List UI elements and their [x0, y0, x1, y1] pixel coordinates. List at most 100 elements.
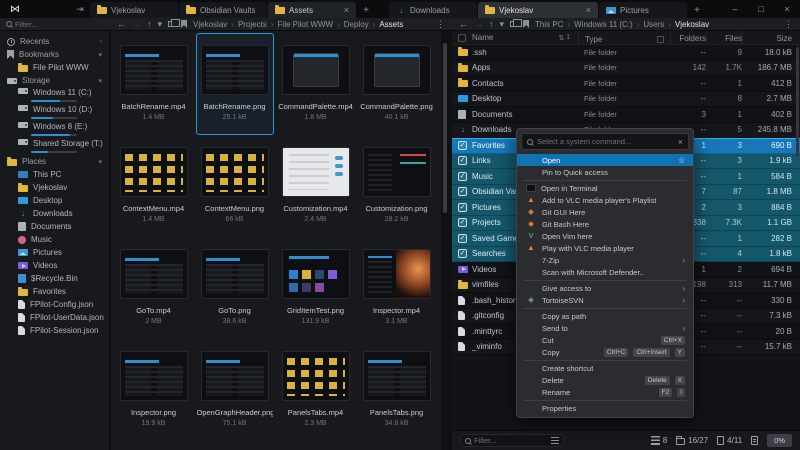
menu-item-scan-with-microsoft-defender[interactable]: Scan with Microsoft Defender.. — [517, 266, 693, 278]
file-tile-customization-png[interactable]: Customization.png28.2 kB — [358, 135, 436, 237]
column-header-files[interactable]: Files — [706, 31, 742, 44]
menu-item-tortoisesvn[interactable]: ◈TortoiseSVN› — [517, 294, 693, 306]
table-row-desktop[interactable]: DesktopFile folder--82.7 MB — [452, 92, 800, 108]
sidebar-item-fpilot-session-json[interactable]: FPilot-Session.json — [0, 324, 109, 337]
menu-item-open-in-terminal[interactable]: Open in Terminal — [517, 182, 693, 194]
checkbox-checked-icon[interactable]: ✓ — [458, 234, 467, 243]
file-tile-batchrename-png[interactable]: BatchRename.png25.1 kB — [196, 33, 274, 135]
menu-item-git-bash-here[interactable]: ◆Git Bash Here — [517, 218, 693, 230]
close-window-button[interactable]: × — [774, 0, 800, 18]
menu-item-open[interactable]: Open☆ — [517, 154, 693, 166]
tab-obsidian-vaults[interactable]: Obsidian Vaults — [179, 2, 267, 18]
breadcrumb-item[interactable]: Projects — [238, 20, 267, 29]
menu-item-play-with-vlc-media-player[interactable]: ▲Play with VLC media player — [517, 242, 693, 254]
sidebar-item-recycle-bin[interactable]: $Recycle.Bin — [0, 272, 109, 285]
star-icon[interactable]: ☆ — [678, 156, 685, 165]
breadcrumb-item[interactable]: Vjekoslav — [193, 20, 227, 29]
section-header-storage[interactable]: Storage▾ — [0, 74, 109, 87]
duplicate-tab-icon[interactable] — [168, 21, 175, 27]
sidebar-item-this-pc[interactable]: This PC — [0, 168, 109, 181]
sidebar-item-desktop[interactable]: Desktop — [0, 194, 109, 207]
sidebar-item-fpilot-userdata-json[interactable]: FPilot-UserData.json — [0, 311, 109, 324]
menu-item-git-gui-here[interactable]: ◆Git GUI Here — [517, 206, 693, 218]
menu-item-open-vim-here[interactable]: VOpen Vim here — [517, 230, 693, 242]
forward-icon[interactable]: → — [132, 20, 141, 29]
file-tile-opengraphheader-png[interactable]: OpenGraphHeader.png75.1 kB — [196, 339, 274, 441]
file-tile-griditemtest-png[interactable]: GridItemTest.png131.9 kB — [277, 237, 355, 339]
table-row-apps[interactable]: AppsFile folder1421.7K186.7 MB — [452, 61, 800, 77]
new-tab-button[interactable]: + — [357, 2, 375, 18]
checkbox-checked-icon[interactable]: ✓ — [458, 203, 467, 212]
section-header-bookmarks[interactable]: Bookmarks▾ — [0, 48, 109, 61]
history-dropdown-icon[interactable]: ▾ — [158, 20, 163, 29]
sidebar-item-music[interactable]: Music — [0, 233, 109, 246]
file-tile-customization-mp4[interactable]: Customization.mp42.4 MB — [277, 135, 355, 237]
header-checkbox[interactable] — [452, 34, 472, 42]
checkbox-checked-icon[interactable]: ✓ — [458, 172, 467, 181]
close-tab-icon[interactable]: × — [586, 5, 591, 15]
breadcrumb-item[interactable]: Vjekoslav — [675, 20, 709, 29]
right-pane-scrollbar[interactable] — [796, 47, 799, 157]
breadcrumb-item[interactable]: This PC — [535, 20, 563, 29]
menu-item-copy-as-path[interactable]: Copy as path — [517, 310, 693, 322]
menu-item-give-access-to[interactable]: Give access to› — [517, 282, 693, 294]
sidebar-item-vjekoslav[interactable]: Vjekoslav — [0, 181, 109, 194]
section-header-places[interactable]: Places▾ — [0, 155, 109, 168]
back-icon[interactable]: ← — [117, 20, 126, 29]
checkbox-checked-icon[interactable]: ✓ — [458, 141, 467, 150]
menu-item-pin-to-quick-access[interactable]: Pin to Quick access — [517, 166, 693, 178]
maximize-button[interactable]: □ — [748, 0, 774, 18]
file-tile-commandpalette-mp4[interactable]: CommandPalette.mp41.8 MB — [277, 33, 355, 135]
tab-vjekoslav[interactable]: Vjekoslav× — [478, 2, 598, 18]
column-header-name[interactable]: Name⇅1 — [472, 33, 578, 42]
menu-item-delete[interactable]: DeleteDeleteX — [517, 374, 693, 386]
duplicate-tab-icon[interactable] — [510, 21, 517, 27]
checkbox-checked-icon[interactable]: ✓ — [458, 156, 467, 165]
sidebar-item-shared-storage-t[interactable]: Shared Storage (T:) — [0, 138, 109, 155]
sidebar-item-favorites[interactable]: Favorites — [0, 285, 109, 298]
breadcrumb-item[interactable]: Assets — [379, 20, 403, 29]
forward-icon[interactable]: → — [474, 20, 483, 29]
up-icon[interactable]: ↑ — [489, 20, 494, 29]
checkbox-checked-icon[interactable]: ✓ — [458, 249, 467, 258]
file-tile-contextmenu-mp4[interactable]: ContextMenu.mp41.4 MB — [115, 135, 193, 237]
sidebar-item-pictures[interactable]: Pictures — [0, 246, 109, 259]
sidebar-item-documents[interactable]: Documents — [0, 220, 109, 233]
file-tile-panelstabs-mp4[interactable]: PanelsTabs.mp42.3 MB — [277, 339, 355, 441]
tab-downloads[interactable]: ↓Downloads — [389, 2, 477, 18]
section-header-recents[interactable]: Recents› — [0, 35, 109, 48]
bookmark-icon[interactable] — [181, 20, 187, 28]
new-tab-button[interactable]: + — [688, 2, 706, 18]
tab-assets[interactable]: Assets× — [268, 2, 356, 18]
up-icon[interactable]: ↑ — [147, 20, 152, 29]
column-header-type[interactable]: Type — [578, 31, 670, 44]
bookmark-icon[interactable] — [523, 20, 529, 28]
menu-item-properties[interactable]: Properties — [517, 402, 693, 414]
sidebar-item-downloads[interactable]: ↓Downloads — [0, 207, 109, 220]
menu-item-create-shortcut[interactable]: Create shortcut — [517, 362, 693, 374]
left-pane-scrollbar[interactable] — [442, 31, 448, 450]
menu-item-copy[interactable]: CopyCtrl+CCtrl+InsertY — [517, 346, 693, 358]
sidebar-filter-input[interactable] — [15, 20, 85, 29]
sidebar-item-file-pilot-www[interactable]: File Pilot WWW — [0, 61, 109, 74]
file-tile-contextmenu-png[interactable]: ContextMenu.png66 kB — [196, 135, 274, 237]
table-row-contacts[interactable]: ContactsFile folder--1412 B — [452, 76, 800, 92]
file-tile-goto-png[interactable]: GoTo.png38.6 kB — [196, 237, 274, 339]
menu-item-rename[interactable]: RenameF2I — [517, 386, 693, 398]
column-header-size[interactable]: Size — [742, 31, 800, 44]
back-icon[interactable]: ← — [459, 20, 468, 29]
close-tab-icon[interactable]: × — [344, 5, 349, 15]
file-tile-inspector-mp4[interactable]: Inspector.mp43.1 MB — [358, 237, 436, 339]
tab-pictures[interactable]: Pictures — [599, 2, 687, 18]
sidebar-item-windows-10-d[interactable]: Windows 10 (D:) — [0, 104, 109, 121]
tab-vjekoslav[interactable]: Vjekoslav — [90, 2, 178, 18]
sidebar-item-windows-11-c[interactable]: Windows 11 (C:) — [0, 87, 109, 104]
breadcrumb-item[interactable]: File Pilot WWW — [278, 20, 334, 29]
checkbox-checked-icon[interactable]: ✓ — [458, 187, 467, 196]
table-row-ssh[interactable]: .sshFile folder--918.0 kB — [452, 45, 800, 61]
menu-item-cut[interactable]: CutCtrl+X — [517, 334, 693, 346]
breadcrumb-item[interactable]: Deploy — [344, 20, 369, 29]
sidebar-item-videos[interactable]: Videos — [0, 259, 109, 272]
overflow-menu-icon[interactable]: ⋮ — [436, 19, 445, 30]
command-search-input[interactable] — [537, 137, 674, 146]
